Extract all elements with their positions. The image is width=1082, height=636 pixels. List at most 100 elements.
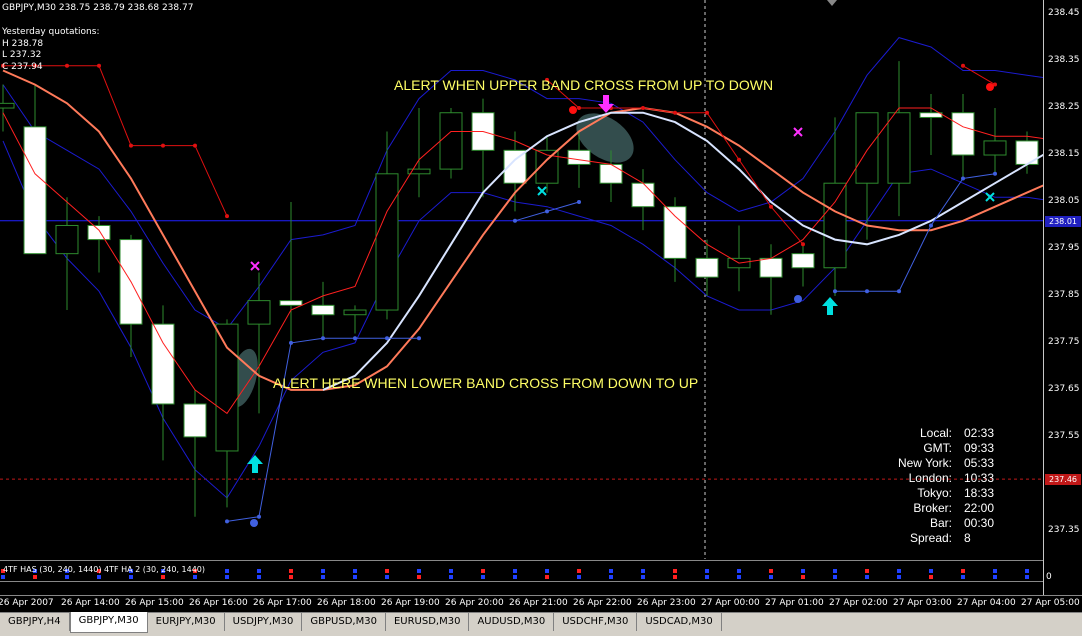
red-step-line-dot [769, 204, 773, 209]
red-step-line-dot [961, 63, 965, 68]
candle-bear [567, 149, 591, 165]
session-clock-value: 10:33 [964, 471, 995, 485]
candle-bull [215, 323, 239, 452]
blue-step-line-dot [993, 171, 997, 176]
blue-step-line-dot [865, 289, 869, 294]
time-tick: 26 Apr 18:00 [317, 598, 376, 608]
red-level-marker: 237.46 [1045, 474, 1081, 486]
buy-cross-icon [985, 192, 995, 202]
tab-gbpjpy-m30[interactable]: GBPJPY,M30 [69, 612, 148, 633]
indicator-bar [705, 575, 709, 579]
price-tick: 238.45 [1048, 8, 1080, 19]
indicator-bar [385, 575, 389, 579]
indicator-bar [481, 575, 485, 579]
blue-step-start-dot [250, 519, 258, 527]
red-step-line-dot [737, 157, 741, 162]
indicator-bar [289, 575, 293, 579]
indicator-bar [865, 575, 869, 579]
price-tick: 237.85 [1048, 289, 1080, 300]
tab-eurusd-m30[interactable]: EURUSD,M30 [386, 613, 470, 631]
time-tick: 27 Apr 03:00 [893, 598, 952, 608]
price-tick: 237.35 [1048, 524, 1080, 535]
time-tick: 26 Apr 16:00 [189, 598, 248, 608]
time-tick: 26 Apr 23:00 [637, 598, 696, 608]
indicator-bar [737, 575, 741, 579]
price-tick: 237.65 [1048, 383, 1080, 394]
candle-bull [247, 300, 271, 325]
red-step-line-dot [161, 143, 165, 148]
time-tick: 26 Apr 2007 [0, 598, 54, 608]
indicator-bar [641, 575, 645, 579]
indicator-bar [65, 575, 69, 579]
time-tick: 27 Apr 04:00 [957, 598, 1016, 608]
indicator-bar [769, 569, 773, 573]
blue-step-line-dot [225, 519, 229, 524]
time-tick: 26 Apr 22:00 [573, 598, 632, 608]
blue-step-line-dot [353, 336, 357, 341]
session-clock-value: 8 [964, 531, 971, 545]
price-tick: 238.05 [1048, 195, 1080, 206]
indicator-bar [449, 569, 453, 573]
indicator-bar [225, 575, 229, 579]
sell-cross-icon [250, 261, 260, 271]
alert-lower-label: ALERT HERE WHEN LOWER BAND CROSS FROM DO… [273, 375, 699, 391]
indicator-bar [705, 569, 709, 573]
candle-bear [951, 112, 975, 156]
buy-arrow-icon [247, 455, 263, 473]
indicator-bar [1025, 569, 1029, 573]
tab-audusd-m30[interactable]: AUDUSD,M30 [469, 613, 555, 631]
indicator-bar [417, 569, 421, 573]
indicator-bar [353, 575, 357, 579]
candle-bear [919, 112, 943, 118]
price-tick: 237.95 [1048, 242, 1080, 253]
indicator-bar [961, 575, 965, 579]
candle-bear [631, 182, 655, 208]
indicator-bar [609, 569, 613, 573]
price-axis[interactable]: 238.45 238.35 238.25 238.15 238.05 237.95 237.… [1043, 0, 1082, 595]
blue-step-line-dot [385, 336, 389, 341]
alert-upper-label: ALERT WHEN UPPER BAND CROSS FROM UP TO D… [394, 77, 774, 93]
candle-bear [599, 163, 623, 184]
chart-area[interactable]: GBPJPY,M30 238.75 238.79 238.68 238.77 Y… [0, 0, 1043, 559]
time-tick: 26 Apr 15:00 [125, 598, 184, 608]
candle-bear [311, 304, 335, 316]
blue-step-signal-dot [794, 295, 802, 303]
candle-bull [439, 112, 463, 170]
tab-usdcad-m30[interactable]: USDCAD,M30 [637, 613, 722, 631]
session-clock-value: 02:33 [964, 426, 995, 440]
session-clock-label: New York: [897, 456, 952, 470]
shift-marker-icon [827, 0, 837, 6]
blue-step-line-dot [545, 209, 549, 214]
blue-step-line-dot [289, 340, 293, 345]
symbol-quote: GBPJPY,M30 238.75 238.79 238.68 238.77 [2, 3, 194, 13]
sell-cross-icon [793, 127, 803, 137]
session-clock-label: Broker: [913, 501, 952, 515]
indicator-bar [321, 569, 325, 573]
indicator-bar [545, 569, 549, 573]
tab-eurjpy-m30[interactable]: EURJPY,M30 [148, 613, 225, 631]
session-clock-row: GMT: 09:33 [860, 441, 994, 456]
candle-bear [791, 253, 815, 269]
tab-gbpusd-m30[interactable]: GBPUSD,M30 [302, 613, 386, 631]
session-clock-panel: Local: 02:33 GMT: 09:33 New York: 05:33 London… [860, 426, 994, 546]
red-step-line-dot [129, 143, 133, 148]
indicator-bar [385, 569, 389, 573]
indicator-bar [929, 569, 933, 573]
indicator-bar [577, 575, 581, 579]
indicator-bar [1025, 575, 1029, 579]
indicator-bar [545, 575, 549, 579]
tab-usdjpy-m30[interactable]: USDJPY,M30 [225, 613, 303, 631]
indicator-panel[interactable]: 4TF HAS (30, 240, 1440) 4TF HA 2 (30, 24… [0, 560, 1043, 582]
indicator-bar [897, 569, 901, 573]
candle-bull [343, 309, 367, 316]
indicator-bar [801, 575, 805, 579]
tab-gbpjpy-h4[interactable]: GBPJPY,H4 [0, 613, 70, 631]
session-clock-row: Bar: 00:30 [860, 516, 994, 531]
time-tick: 26 Apr 21:00 [509, 598, 568, 608]
time-tick: 26 Apr 20:00 [445, 598, 504, 608]
tab-usdchf-m30[interactable]: USDCHF,M30 [554, 613, 638, 631]
blue-step-line-dot [417, 336, 421, 341]
buy-cross-icon [537, 186, 547, 196]
session-clock-value: 09:33 [964, 441, 995, 455]
indicator-bar [641, 569, 645, 573]
